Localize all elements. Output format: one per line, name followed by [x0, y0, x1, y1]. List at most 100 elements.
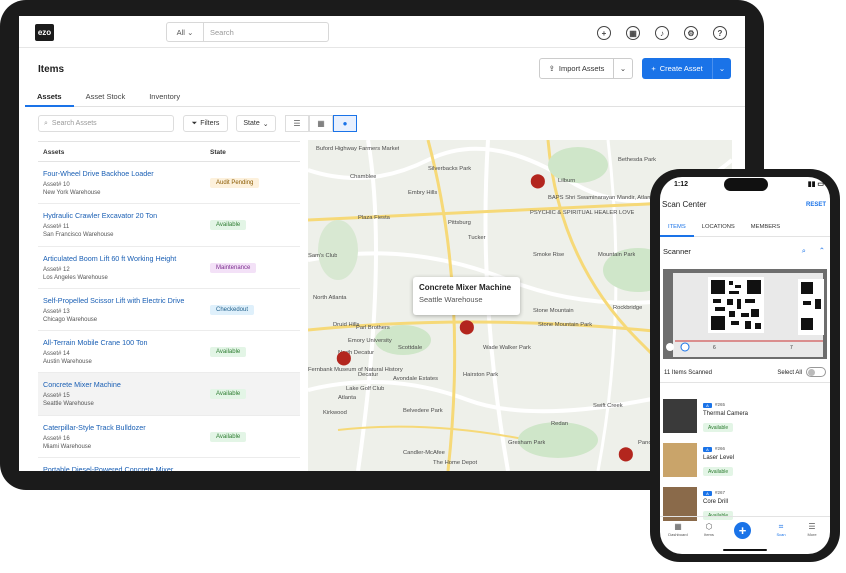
scan-center-title: Scan Center [662, 200, 707, 209]
state-label: State [243, 120, 260, 127]
map-marker[interactable]: ⬤ [618, 445, 634, 462]
asset-search-input[interactable]: ⌕ Search Assets [38, 115, 174, 132]
ruler-label-7: 7 [790, 345, 793, 351]
search-icon[interactable]: ⌕ [802, 246, 806, 256]
chevron-up-icon[interactable]: ⌃ [819, 246, 825, 255]
asset-name-link[interactable]: All-Terrain Mobile Crane 100 Ton [43, 338, 148, 347]
search-input[interactable]: Search [204, 23, 234, 41]
asset-name-link[interactable]: Caterpillar-Style Track Bulldozer [43, 423, 146, 432]
asset-name-link[interactable]: Articulated Boom Lift 60 ft Working Heig… [43, 254, 176, 263]
map-label: Bethesda Park [618, 157, 657, 163]
map-marker[interactable]: ⬤ [530, 172, 546, 189]
asset-location: New York Warehouse [43, 190, 101, 196]
phone-tab-items[interactable]: ITEMS [660, 219, 694, 237]
map-view-button[interactable]: ● [333, 115, 357, 132]
dynamic-island [724, 178, 768, 191]
item-name: Laser Level [703, 455, 735, 461]
map-label: Rockbridge [613, 305, 643, 311]
table-row[interactable]: Self-Propelled Scissor Lift with Electri… [38, 289, 300, 332]
map-pin-icon: ● [342, 119, 348, 128]
phone-tabs: ITEMS LOCATIONS MEMBERS [660, 219, 830, 237]
map-label: The Home Depot [433, 460, 478, 466]
table-row[interactable]: Articulated Boom Lift 60 ft Working Heig… [38, 247, 300, 289]
status-badge: Checkedout [210, 304, 255, 315]
reset-button[interactable]: RESET [806, 202, 826, 208]
filter-icon: ⏷ [191, 119, 198, 127]
select-all-toggle[interactable] [806, 367, 826, 377]
camera-preview: 6 7 [663, 269, 827, 359]
nav-more[interactable]: ☰ More [797, 522, 827, 537]
map-marker[interactable]: ⬤ [459, 318, 475, 335]
popup-subtitle: Seattle Warehouse [419, 295, 483, 304]
map-label: Parl Brothers [356, 325, 390, 331]
status-badge: Maintenance [210, 262, 257, 273]
table-row[interactable]: All-Terrain Mobile Crane 100 Ton Asset# 1… [38, 331, 300, 374]
phone-frame: 1:12 ▮▮ ▭ Scan Center RESET ITEMS LOCATIO… [650, 169, 840, 562]
tab-inventory[interactable]: Inventory [137, 89, 192, 107]
import-assets-button[interactable]: ⇪ Import Assets ⌄ [539, 58, 633, 79]
map-label: Mountain Park [598, 252, 636, 258]
scanned-item[interactable]: A #265 Thermal Camera Available [660, 399, 830, 441]
gear-button[interactable]: ⚙ [681, 23, 701, 43]
help-button[interactable]: ? [710, 23, 730, 43]
map-label: North Atlanta [313, 295, 347, 301]
search-scope-select[interactable]: All ⌄ [167, 23, 204, 41]
table-body: Four-Wheel Drive Backhoe Loader Asset# 10… [38, 162, 300, 471]
map-label: Wade Walker Park [483, 345, 531, 351]
scanned-item[interactable]: A #266 Laser Level Available [660, 443, 830, 485]
map-label: Buford Highway Farmers Market [316, 146, 400, 152]
state-dropdown[interactable]: State ⌄ [236, 115, 276, 132]
map-label: Candler-McAfee [403, 450, 445, 456]
nav-items[interactable]: ⬡ Items [694, 522, 724, 537]
tab-asset-stock[interactable]: Asset Stock [74, 89, 138, 107]
app-logo[interactable]: ezo [35, 24, 54, 41]
popup-title: Concrete Mixer Machine [419, 283, 512, 292]
filters-button[interactable]: ⏷ Filters [183, 115, 228, 132]
table-row[interactable]: Four-Wheel Drive Backhoe Loader Asset# 10… [38, 162, 300, 205]
bell-button[interactable]: ♪ [652, 23, 672, 43]
nav-scan[interactable]: ⌗ Scan [766, 522, 796, 537]
table-row[interactable]: Concrete Mixer Machine Asset# 15 Seattle W… [38, 373, 300, 416]
chevron-down-icon: ⌄ [187, 27, 194, 37]
add-button[interactable]: + [734, 522, 751, 539]
tab-assets[interactable]: Assets [25, 89, 74, 107]
calendar-button[interactable]: ▦ [623, 23, 643, 43]
item-thumbnail [663, 443, 697, 477]
grid-view-button[interactable]: ▦ [309, 115, 333, 132]
table-row[interactable]: Caterpillar-Style Track Bulldozer Asset# … [38, 416, 300, 459]
map-popup[interactable]: Concrete Mixer Machine Seattle Warehouse [413, 277, 520, 315]
status-badge: Audit Pending [210, 178, 260, 188]
bell-icon: ♪ [655, 26, 669, 40]
table-row[interactable]: Portable Diesel-Powered Concrete Mixer [38, 458, 300, 471]
add-circle-button[interactable]: + [594, 23, 614, 43]
phone-tab-locations[interactable]: LOCATIONS [694, 219, 743, 237]
phone-tab-members[interactable]: MEMBERS [743, 219, 788, 237]
grid-icon: ▦ [317, 119, 325, 128]
map-marker[interactable]: ⬤ [336, 349, 352, 366]
asset-name-link[interactable]: Portable Diesel-Powered Concrete Mixer [43, 465, 173, 471]
asset-name-link[interactable]: Hydraulic Crawler Excavator 20 Ton [43, 211, 157, 220]
item-name: Thermal Camera [703, 411, 749, 417]
item-status-badge: Available [703, 467, 734, 476]
create-asset-button[interactable]: + Create Asset ⌄ [642, 58, 731, 79]
item-status-badge: Available [703, 423, 734, 432]
asset-location: Los Angeles Warehouse [43, 274, 108, 281]
global-search: All ⌄ Search [166, 22, 329, 42]
asset-name-link[interactable]: Concrete Mixer Machine [43, 380, 121, 389]
asset-name-link[interactable]: Self-Propelled Scissor Lift with Electri… [43, 296, 184, 305]
list-view-button[interactable]: ☰ [285, 115, 309, 132]
status-time: 1:12 [674, 181, 689, 188]
stage: ezo All ⌄ Search + ▦ ♪ ⚙? Items ⇪ Import Ass… [0, 0, 846, 573]
import-dropdown-chevron-icon[interactable]: ⌄ [614, 59, 632, 78]
calendar-icon: ▦ [626, 26, 640, 40]
map-label: Scottdale [398, 345, 423, 351]
asset-name-link[interactable]: Four-Wheel Drive Backhoe Loader [43, 169, 154, 178]
create-dropdown-chevron-icon[interactable]: ⌄ [713, 58, 731, 79]
page-tabs: Assets Asset Stock Inventory [25, 89, 745, 107]
table-row[interactable]: Hydraulic Crawler Excavator 20 Ton Asset#… [38, 204, 300, 247]
asset-location: Miami Warehouse [43, 443, 92, 450]
map-label: Avondale Estates [393, 376, 439, 382]
map-label: Stone Mountain Park [538, 322, 593, 328]
nav-dashboard[interactable]: ▦ Dashboard [663, 522, 693, 537]
ruler-label-6: 6 [713, 345, 716, 351]
